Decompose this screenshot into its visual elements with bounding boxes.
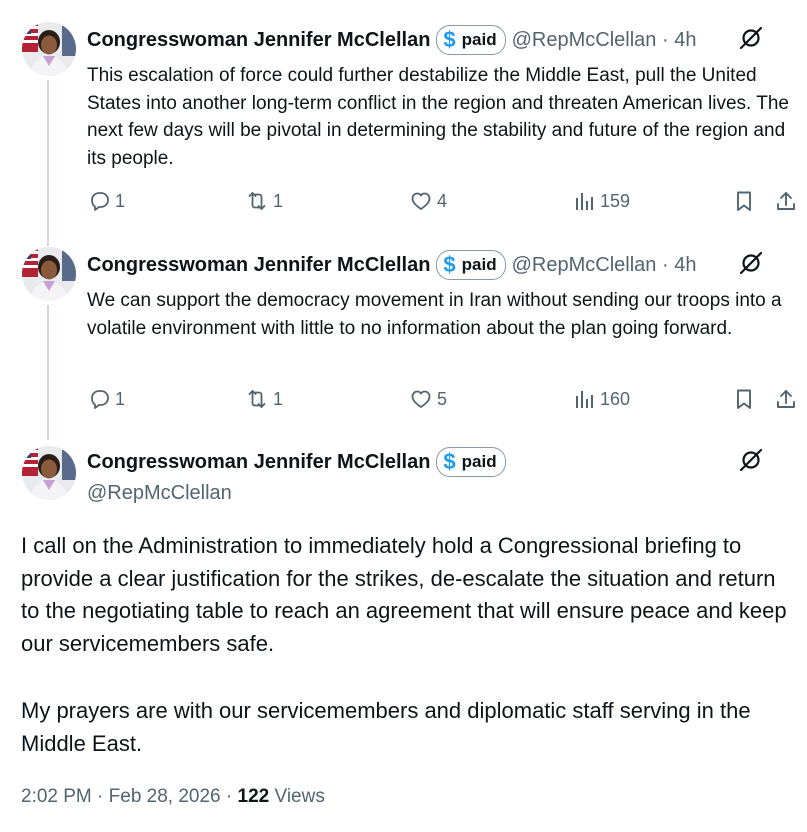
- like-button[interactable]: 4: [409, 189, 447, 213]
- author-handle-time[interactable]: @RepMcClellan · 4h: [512, 29, 697, 52]
- tweet-header: Congresswoman Jennifer McClellan $ paid …: [87, 24, 696, 56]
- paid-label: paid: [461, 452, 497, 471]
- thread-tweet[interactable]: Congresswoman Jennifer McClellan $ paid …: [0, 0, 807, 230]
- bookmark-button[interactable]: [732, 189, 760, 213]
- author-name[interactable]: Congresswoman Jennifer McClellan: [87, 451, 430, 474]
- repost-arrows-icon: [248, 390, 266, 408]
- views-count: 160: [600, 388, 631, 409]
- views-count: 122: [237, 786, 270, 807]
- reply-count: 1: [115, 388, 126, 409]
- grok-slash-icon[interactable]: [737, 446, 765, 474]
- repost-count: 1: [273, 190, 284, 211]
- reply-bubble-icon: [91, 192, 109, 211]
- share-button[interactable]: [774, 387, 802, 411]
- bookmark-icon: [737, 389, 751, 409]
- heart-icon: [411, 192, 431, 210]
- like-count: 5: [437, 388, 448, 409]
- paid-badge[interactable]: $ paid: [436, 447, 506, 477]
- dollar-icon: $: [443, 252, 456, 277]
- main-tweet: Congresswoman Jennifer McClellan $ paid …: [0, 438, 807, 832]
- repost-arrows-icon: [248, 192, 266, 210]
- tweet-header: Congresswoman Jennifer McClellan $ paid: [87, 446, 506, 478]
- views-button[interactable]: 159: [572, 189, 630, 213]
- repost-count: 1: [273, 388, 284, 409]
- dollar-icon: $: [443, 449, 456, 474]
- author-handle[interactable]: @RepMcClellan: [87, 482, 232, 505]
- views-count: 159: [600, 190, 631, 211]
- grok-slash-icon[interactable]: [737, 249, 765, 277]
- reply-count: 1: [115, 190, 126, 211]
- paid-badge[interactable]: $ paid: [436, 25, 506, 55]
- paid-label: paid: [461, 30, 497, 49]
- tweet-text: This escalation of force could further d…: [87, 65, 789, 169]
- heart-icon: [411, 390, 431, 408]
- tweet-text: We can support the democracy movement in…: [87, 290, 782, 339]
- timestamp[interactable]: 2:02 PM · Feb 28, 2026 ·: [21, 786, 238, 807]
- repost-button[interactable]: 1: [245, 387, 283, 411]
- views-button[interactable]: 160: [572, 387, 630, 411]
- avatar[interactable]: [22, 247, 76, 301]
- reply-button[interactable]: 1: [87, 387, 125, 411]
- author-name[interactable]: Congresswoman Jennifer McClellan: [87, 29, 430, 52]
- action-bar: 1 1 5 160: [87, 387, 802, 415]
- grok-slash-icon[interactable]: [737, 24, 765, 52]
- paid-label: paid: [461, 255, 497, 274]
- bookmark-button[interactable]: [732, 387, 760, 411]
- dollar-icon: $: [443, 27, 456, 52]
- share-button[interactable]: [774, 189, 802, 213]
- tweet-text: I call on the Administration to immediat…: [21, 533, 787, 656]
- tweet-text: My prayers are with our servicemembers a…: [21, 698, 751, 756]
- like-count: 4: [437, 190, 448, 211]
- bar-chart-icon: [576, 193, 593, 210]
- tweet-timestamp-views: 2:02 PM · Feb 28, 2026 · 122 Views: [21, 786, 325, 808]
- author-handle-time[interactable]: @RepMcClellan · 4h: [512, 254, 697, 277]
- thread-tweet[interactable]: Congresswoman Jennifer McClellan $ paid …: [0, 228, 807, 438]
- share-upload-icon: [777, 192, 795, 210]
- author-name[interactable]: Congresswoman Jennifer McClellan: [87, 254, 430, 277]
- like-button[interactable]: 5: [409, 387, 447, 411]
- share-upload-icon: [777, 390, 795, 408]
- paid-badge[interactable]: $ paid: [436, 250, 506, 280]
- tweet-header: Congresswoman Jennifer McClellan $ paid …: [87, 249, 696, 281]
- action-bar: 1 1 4 159: [87, 189, 802, 217]
- views-label: Views: [274, 786, 325, 807]
- bar-chart-icon: [576, 391, 593, 408]
- repost-button[interactable]: 1: [245, 189, 283, 213]
- reply-bubble-icon: [91, 390, 109, 409]
- avatar[interactable]: [22, 22, 76, 76]
- avatar[interactable]: [22, 446, 76, 500]
- bookmark-icon: [737, 191, 751, 211]
- reply-button[interactable]: 1: [87, 189, 125, 213]
